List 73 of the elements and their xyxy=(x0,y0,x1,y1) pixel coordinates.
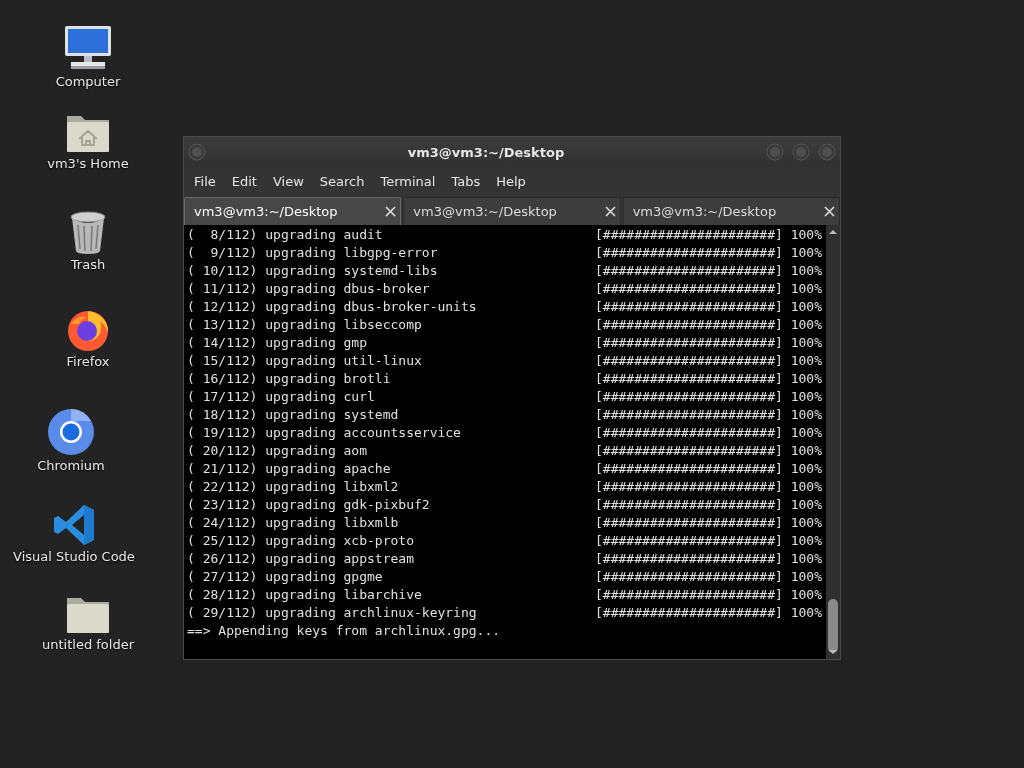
menu-item[interactable]: Tabs xyxy=(443,171,489,191)
close-icon[interactable] xyxy=(824,206,835,217)
terminal-line: ( 27/112) upgrading gpgme xyxy=(187,568,384,586)
progress-text: [######################] 100% xyxy=(595,370,822,388)
terminal-line: ( 14/112) upgrading gmp xyxy=(187,334,368,352)
code-editor-icon xyxy=(52,503,96,547)
terminal-line: ( 22/112) upgrading libxml2 xyxy=(187,478,400,496)
progress-text: [######################] 100% xyxy=(595,316,822,334)
menu-item[interactable]: Terminal xyxy=(372,171,444,191)
icon-label: Computer xyxy=(55,74,121,89)
terminal-line: ( 16/112) upgrading brotli xyxy=(187,370,392,388)
terminal-line: ( 12/112) upgrading dbus-broker-units xyxy=(187,298,478,316)
terminal-line: ( 28/112) upgrading libarchive xyxy=(187,586,423,604)
terminal-line: ( 10/112) upgrading systemd-libs xyxy=(187,262,439,280)
icon-label: Firefox xyxy=(66,354,110,369)
terminal-line: ( 20/112) upgrading aom xyxy=(187,442,368,460)
terminal-tab[interactable]: vm3@vm3:~/Desktop xyxy=(622,197,840,225)
terminal-line: ( 29/112) upgrading archlinux-keyring xyxy=(187,604,478,622)
trash-icon xyxy=(69,211,107,255)
progress-text: [######################] 100% xyxy=(595,334,822,352)
icon-label: Visual Studio Code xyxy=(13,549,135,564)
progress-text: [######################] 100% xyxy=(595,532,822,550)
progress-text: [######################] 100% xyxy=(595,568,822,586)
progress-text: [######################] 100% xyxy=(595,442,822,460)
progress-text: [######################] 100% xyxy=(595,298,822,316)
progress-text: [######################] 100% xyxy=(595,226,822,244)
menu-item[interactable]: Search xyxy=(311,171,373,191)
terminal-line: ( 13/112) upgrading libseccomp xyxy=(187,316,423,334)
close-icon[interactable] xyxy=(604,206,616,217)
chromium-icon xyxy=(47,408,95,456)
terminal-line: ( 25/112) upgrading xcb-proto xyxy=(187,532,415,550)
progress-text: [######################] 100% xyxy=(595,604,822,622)
window-title: vm3@vm3:~/Desktop xyxy=(406,144,566,160)
terminal-line: ==> Appending keys from archlinux.gpg... xyxy=(187,622,501,640)
menu-item[interactable]: View xyxy=(264,171,312,191)
terminal-line: ( 17/112) upgrading curl xyxy=(187,388,376,406)
progress-text: [######################] 100% xyxy=(595,280,822,298)
terminal-line: ( 26/112) upgrading appstream xyxy=(187,550,415,568)
terminal-line: ( 18/112) upgrading systemd xyxy=(187,406,400,424)
progress-text: [######################] 100% xyxy=(595,424,822,442)
terminal-line: ( 24/112) upgrading libxmlb xyxy=(187,514,400,532)
terminal-tab[interactable]: vm3@vm3:~/Desktop xyxy=(403,197,621,225)
scrollbar[interactable] xyxy=(826,225,840,659)
progress-text: [######################] 100% xyxy=(595,262,822,280)
terminal-line: ( 19/112) upgrading accountsservice xyxy=(187,424,462,442)
progress-text: [######################] 100% xyxy=(595,460,822,478)
progress-text: [######################] 100% xyxy=(595,550,822,568)
computer-icon xyxy=(63,24,113,72)
scrollbar-thumb[interactable] xyxy=(828,599,838,653)
progress-text: [######################] 100% xyxy=(595,478,822,496)
menu-item[interactable]: Edit xyxy=(223,171,265,191)
progress-text: [######################] 100% xyxy=(595,244,822,262)
folder-icon xyxy=(65,595,111,635)
close-icon[interactable] xyxy=(385,206,397,217)
terminal-line: ( 21/112) upgrading apache xyxy=(187,460,392,478)
icon-label: Trash xyxy=(70,257,106,272)
terminal-tab[interactable]: vm3@vm3:~/Desktop xyxy=(184,197,402,225)
terminal-line: ( 11/112) upgrading dbus-broker xyxy=(187,280,431,298)
icon-label: untitled folder xyxy=(42,637,134,652)
progress-text: [######################] 100% xyxy=(595,586,822,604)
terminal-line: ( 8/112) upgrading audit xyxy=(187,226,384,244)
icon-label: vm3's Home xyxy=(47,156,129,171)
terminal-line: ( 23/112) upgrading gdk-pixbuf2 xyxy=(187,496,431,514)
menu-item[interactable]: Help xyxy=(488,171,534,191)
progress-text: [######################] 100% xyxy=(595,352,822,370)
progress-text: [######################] 100% xyxy=(595,514,822,532)
terminal-line: ( 9/112) upgrading libgpg-error xyxy=(187,244,439,262)
progress-text: [######################] 100% xyxy=(595,406,822,424)
terminal-line: ( 15/112) upgrading util-linux xyxy=(187,352,423,370)
menu-item[interactable]: File xyxy=(186,171,224,191)
icon-label: Chromium xyxy=(37,458,105,473)
progress-text: [######################] 100% xyxy=(595,388,822,406)
progress-text: [######################] 100% xyxy=(595,496,822,514)
